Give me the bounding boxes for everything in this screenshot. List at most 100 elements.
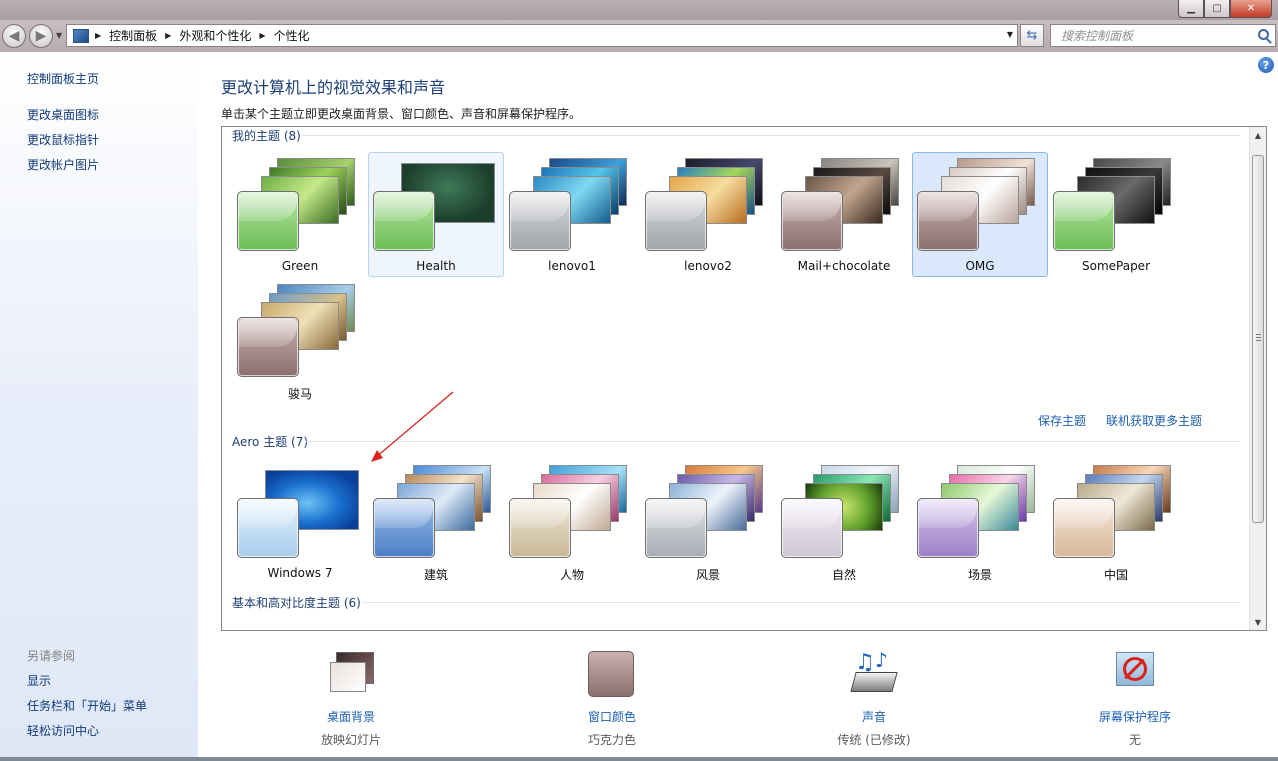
taskbar-edge — [0, 757, 1278, 761]
back-button[interactable]: ◀ — [2, 24, 26, 48]
scroll-down-icon[interactable]: ▼ — [1250, 614, 1266, 630]
theme-label: 骏马 — [287, 387, 312, 401]
scroll-up-icon[interactable]: ▲ — [1250, 127, 1266, 143]
minimize-button[interactable]: ▁ — [1178, 0, 1204, 18]
window-color-icon — [587, 650, 637, 698]
window-color-title[interactable]: 窗口颜色 — [537, 708, 687, 725]
color-swatch — [237, 317, 299, 377]
sounds-value: 传统 (已修改) — [837, 733, 911, 747]
desktop-background-title[interactable]: 桌面背景 — [276, 708, 426, 725]
link-change-desktop-icons[interactable]: 更改桌面图标 — [27, 106, 99, 123]
window-controls: ▁ ▢ ✕ — [1178, 0, 1272, 18]
aero-themes-header: Aero 主题 (7) — [232, 435, 309, 449]
divider — [362, 602, 1240, 603]
chevron-right-icon[interactable]: ▶ — [165, 31, 171, 40]
color-swatch — [509, 498, 571, 558]
theme-label: 自然 — [831, 568, 856, 582]
theme-tile-characters[interactable]: 人物 — [504, 459, 640, 584]
breadcrumb-control-panel[interactable]: 控制面板 — [109, 27, 157, 44]
screen-saver-title[interactable]: 屏幕保护程序 — [1060, 708, 1210, 725]
screen-saver-value: 无 — [1128, 733, 1141, 747]
theme-tile-architecture[interactable]: 建筑 — [368, 459, 504, 584]
theme-label: lenovo1 — [548, 259, 596, 273]
color-swatch — [1053, 191, 1115, 251]
sounds-setting[interactable]: ♫ ♪ 声音 传统 (已修改) — [799, 648, 949, 748]
page-title: 更改计算机上的视觉效果和声音 — [221, 78, 446, 97]
back-arrow-icon: ◀ — [8, 28, 20, 44]
basic-themes-header: 基本和高对比度主题 (6) — [232, 596, 361, 610]
address-dropdown-icon[interactable]: ▼ — [1007, 30, 1013, 39]
theme-label: Windows 7 — [267, 566, 333, 580]
theme-tile-somepaper[interactable]: SomePaper — [1048, 152, 1184, 277]
breadcrumb-personalization[interactable]: 个性化 — [274, 27, 310, 44]
save-theme-link[interactable]: 保存主题 — [1038, 412, 1086, 429]
theme-tile-health[interactable]: Health — [368, 152, 504, 277]
theme-label: Mail+chocolate — [797, 259, 891, 273]
help-icon[interactable]: ? — [1258, 57, 1274, 73]
control-panel-icon — [73, 28, 89, 43]
theme-label: Green — [281, 259, 319, 273]
screen-saver-icon — [1110, 650, 1160, 698]
theme-label: 建筑 — [423, 568, 448, 582]
refresh-button[interactable]: ⇆ — [1020, 24, 1044, 47]
color-swatch — [373, 191, 435, 251]
maximize-button[interactable]: ▢ — [1204, 0, 1230, 18]
link-change-account-picture[interactable]: 更改帐户图片 — [27, 156, 99, 173]
theme-tile-china[interactable]: 中国 — [1048, 459, 1184, 584]
refresh-icon: ⇆ — [1026, 28, 1038, 43]
breadcrumb-appearance[interactable]: 外观和个性化 — [179, 27, 251, 44]
theme-label: 场景 — [967, 568, 992, 582]
desktop-background-value: 放映幻灯片 — [320, 733, 381, 747]
see-also-heading: 另请参阅 — [27, 649, 76, 663]
my-themes-header: 我的主题 (8) — [232, 129, 301, 143]
title-bar: ▁ ▢ ✕ — [0, 0, 1278, 20]
desktop-background-icon — [326, 650, 376, 698]
window-color-value: 巧克力色 — [587, 733, 636, 747]
search-icon[interactable] — [1258, 29, 1269, 40]
theme-label: OMG — [965, 259, 995, 273]
theme-tile-nature[interactable]: 自然 — [776, 459, 912, 584]
chevron-right-icon[interactable]: ▶ — [95, 31, 101, 40]
link-display[interactable]: 显示 — [27, 672, 51, 689]
theme-label: 风景 — [695, 568, 720, 582]
theme-tile-landscapes[interactable]: 风景 — [640, 459, 776, 584]
desktop-background-setting[interactable]: 桌面背景 放映幻灯片 — [276, 650, 426, 748]
color-swatch — [917, 498, 979, 558]
link-taskbar-start-menu[interactable]: 任务栏和「开始」菜单 — [27, 697, 147, 714]
theme-tile-lenovo1[interactable]: lenovo1 — [504, 152, 640, 277]
theme-label: 中国 — [1103, 568, 1128, 582]
link-control-panel-home[interactable]: 控制面板主页 — [27, 70, 99, 87]
theme-tile-windows7[interactable]: Windows 7 — [232, 459, 368, 584]
forward-button[interactable]: ▶ — [29, 24, 53, 48]
color-swatch — [645, 498, 707, 558]
color-swatch — [917, 191, 979, 251]
navigation-bar: ◀ ▶ ▼ ▶ 控制面板 ▶ 外观和个性化 ▶ 个性化 ▼ ⇆ 搜索控制面板 — [0, 20, 1278, 52]
get-more-themes-link[interactable]: 联机获取更多主题 — [1106, 412, 1202, 429]
theme-tile-omg[interactable]: OMG — [912, 152, 1048, 277]
theme-list[interactable]: 我的主题 (8) Green Health lenovo1 lenovo2 Ma… — [221, 126, 1267, 631]
theme-tile-horse[interactable]: 骏马 — [232, 278, 368, 403]
close-button[interactable]: ✕ — [1230, 0, 1272, 18]
theme-label: 人物 — [559, 568, 584, 582]
color-swatch — [781, 191, 843, 251]
theme-tile-scenes[interactable]: 场景 — [912, 459, 1048, 584]
address-bar[interactable]: ▶ 控制面板 ▶ 外观和个性化 ▶ 个性化 ▼ — [66, 24, 1018, 47]
theme-tile-green[interactable]: Green — [232, 152, 368, 277]
color-swatch — [373, 498, 435, 558]
vertical-scrollbar[interactable]: ▲ ▼ — [1249, 127, 1266, 630]
task-pane: 控制面板主页 更改桌面图标 更改鼠标指针 更改帐户图片 另请参阅 显示 任务栏和… — [0, 52, 198, 761]
recent-pages-dropdown[interactable]: ▼ — [56, 31, 62, 40]
color-swatch — [237, 191, 299, 251]
link-ease-of-access[interactable]: 轻松访问中心 — [27, 722, 99, 739]
window-color-setting[interactable]: 窗口颜色 巧克力色 — [537, 650, 687, 748]
theme-label: Health — [416, 259, 456, 273]
search-input[interactable]: 搜索控制面板 — [1050, 24, 1276, 47]
sounds-icon: ♫ ♪ — [849, 648, 899, 698]
theme-tile-mail-chocolate[interactable]: Mail+chocolate — [776, 152, 912, 277]
theme-tile-lenovo2[interactable]: lenovo2 — [640, 152, 776, 277]
link-change-mouse-pointers[interactable]: 更改鼠标指针 — [27, 131, 99, 148]
scroll-thumb[interactable] — [1252, 155, 1264, 523]
screen-saver-setting[interactable]: 屏幕保护程序 无 — [1060, 650, 1210, 748]
chevron-right-icon[interactable]: ▶ — [259, 31, 265, 40]
sounds-title[interactable]: 声音 — [799, 708, 949, 725]
